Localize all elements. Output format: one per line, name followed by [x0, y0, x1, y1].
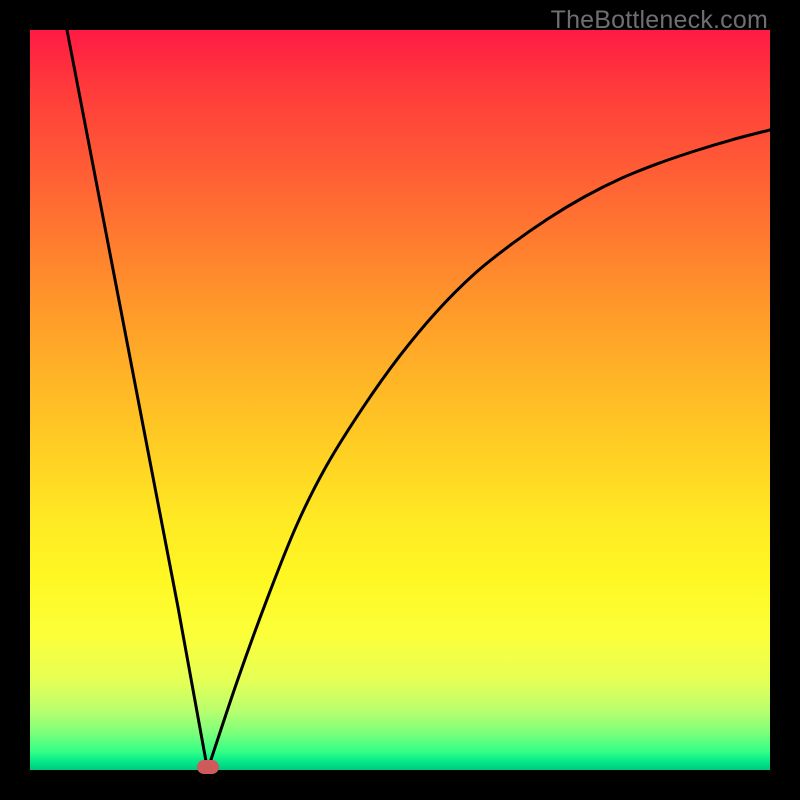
curve-left-branch	[67, 30, 208, 770]
chart-frame	[30, 30, 770, 770]
minimum-marker	[197, 760, 219, 774]
chart-curve-layer	[30, 30, 770, 770]
curve-right-branch	[208, 130, 770, 770]
